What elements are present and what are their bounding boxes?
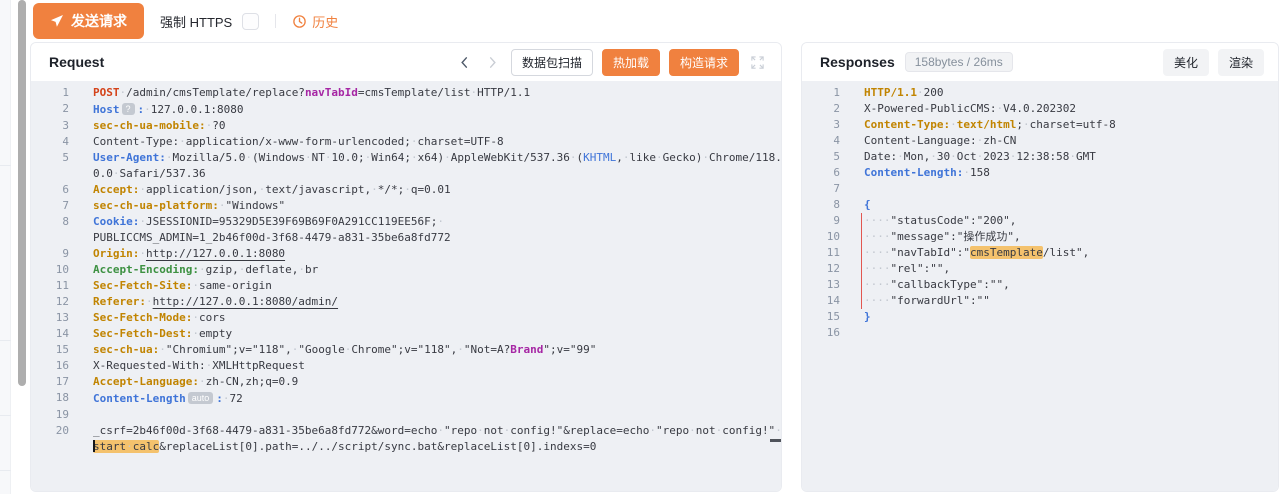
force-https-label: 强制 HTTPS: [160, 12, 232, 31]
code-line: 8{: [802, 197, 1278, 213]
code-line: 19: [31, 407, 781, 423]
code-line: 4Content-Language:·zh-CN: [802, 133, 1278, 149]
send-request-button[interactable]: 发送请求: [33, 3, 144, 39]
response-editor[interactable]: 1HTTP/1.1·2002X-Powered-PublicCMS:·V4.0.…: [802, 81, 1278, 491]
fullscreen-icon[interactable]: [748, 53, 767, 72]
packet-scan-button[interactable]: 数据包扫描: [511, 49, 593, 76]
request-panel-title: Request: [49, 54, 104, 70]
code-line: 5User-Agent:·Mozilla/5.0·(Windows·NT·10.…: [31, 150, 781, 166]
collapsed-history-panel: [0, 0, 11, 494]
request-panel: Request 数据包扫描 热加载: [30, 42, 782, 492]
send-request-label: 发送请求: [71, 11, 127, 31]
code-line: 6Content-Length:·158: [802, 165, 1278, 181]
force-https-group: 强制 HTTPS: [160, 12, 259, 31]
response-meta-badge: 158bytes / 26ms: [905, 52, 1013, 72]
code-line: 3Content-Type:·text/html;·charset=utf-8: [802, 117, 1278, 133]
code-line: start·calc&replaceList[0].path=../../scr…: [31, 439, 781, 455]
chevron-left-icon: [457, 55, 472, 70]
code-line: 9Origin:·http://127.0.0.1:8080: [31, 246, 781, 262]
code-line: 7: [802, 181, 1278, 197]
force-https-checkbox[interactable]: [242, 13, 259, 30]
beautify-button[interactable]: 美化: [1163, 49, 1209, 76]
code-line: 0.0·Safari/537.36: [31, 166, 781, 182]
request-editor-scrollbar-thumb[interactable]: [770, 439, 782, 442]
left-scrollbar[interactable]: [18, 0, 26, 386]
hot-reload-button[interactable]: 热加载: [602, 49, 660, 76]
request-editor[interactable]: 1POST·/admin/cmsTemplate/replace?navTabI…: [31, 81, 781, 491]
code-line: 16X-Requested-With:·XMLHttpRequest: [31, 358, 781, 374]
request-panel-header: Request 数据包扫描 热加载: [31, 43, 781, 81]
toolbar-divider: [275, 14, 276, 28]
code-line: 14····"forwardUrl":"": [802, 293, 1278, 309]
code-line: 2X-Powered-PublicCMS:·V4.0.202302: [802, 101, 1278, 117]
code-line: 4Content-Type:·application/x-www-form-ur…: [31, 134, 781, 150]
code-line: 15}: [802, 309, 1278, 325]
render-button[interactable]: 渲染: [1218, 49, 1264, 76]
response-panel-title: Responses: [820, 54, 895, 70]
code-line: 11····"navTabId":"cmsTemplate/list",: [802, 245, 1278, 261]
code-line: 5Date:·Mon,·30·Oct·2023·12:38:58·GMT: [802, 149, 1278, 165]
code-line: 6Accept:·application/json,·text/javascri…: [31, 182, 781, 198]
code-line: 13Sec-Fetch-Mode:·cors: [31, 310, 781, 326]
build-request-button[interactable]: 构造请求: [669, 49, 739, 76]
code-line: 14Sec-Fetch-Dest:·empty: [31, 326, 781, 342]
prev-request-button[interactable]: [455, 53, 474, 72]
send-icon: [50, 14, 64, 28]
code-line: 17Accept-Language:·zh-CN,zh;q=0.9: [31, 374, 781, 390]
code-line: 10Accept-Encoding:·gzip,·deflate,·br: [31, 262, 781, 278]
code-line: 15sec-ch-ua:·"Chromium";v="118",·"Google…: [31, 342, 781, 358]
code-line: 1POST·/admin/cmsTemplate/replace?navTabI…: [31, 85, 781, 101]
code-line: 8Cookie:·JSESSIONID=95329D5E39F69B69F0A2…: [31, 214, 781, 230]
code-line: 10····"message":"操作成功",: [802, 229, 1278, 245]
clock-icon: [292, 14, 307, 29]
code-line: 1HTTP/1.1·200: [802, 85, 1278, 101]
http-fuzzer-page: 发送请求 强制 HTTPS 历史 Request: [0, 0, 1279, 494]
code-line: 12Referer:·http://127.0.0.1:8080/admin/: [31, 294, 781, 310]
code-line: 20_csrf=2b46f00d-3f68-4479-a831-35be6a8f…: [31, 423, 781, 439]
chevron-right-icon: [485, 55, 500, 70]
code-line: 12····"rel":"",: [802, 261, 1278, 277]
history-button[interactable]: 历史: [292, 12, 338, 31]
code-line: PUBLICCMS_ADMIN=1_2b46f00d-3f68-4479-a83…: [31, 230, 781, 246]
code-line: 11Sec-Fetch-Site:·same-origin: [31, 278, 781, 294]
response-panel: Responses 158bytes / 26ms 美化 渲染 1HTTP/1.…: [801, 42, 1279, 492]
code-line: 13····"callbackType":"",: [802, 277, 1278, 293]
response-panel-header: Responses 158bytes / 26ms 美化 渲染: [802, 43, 1278, 81]
code-line: 18Content-Lengthauto:·72: [31, 390, 781, 407]
top-toolbar: 发送请求 强制 HTTPS 历史: [30, 0, 1279, 42]
code-line: 3sec-ch-ua-mobile:·?0: [31, 118, 781, 134]
panels-row: Request 数据包扫描 热加载: [30, 42, 1279, 492]
history-label: 历史: [312, 12, 338, 31]
code-line: 2Host?:·127.0.0.1:8080: [31, 101, 781, 118]
code-line: 7sec-ch-ua-platform:·"Windows": [31, 198, 781, 214]
code-line: 16: [802, 325, 1278, 341]
next-request-button[interactable]: [483, 53, 502, 72]
code-line: 9····"statusCode":"200",: [802, 213, 1278, 229]
